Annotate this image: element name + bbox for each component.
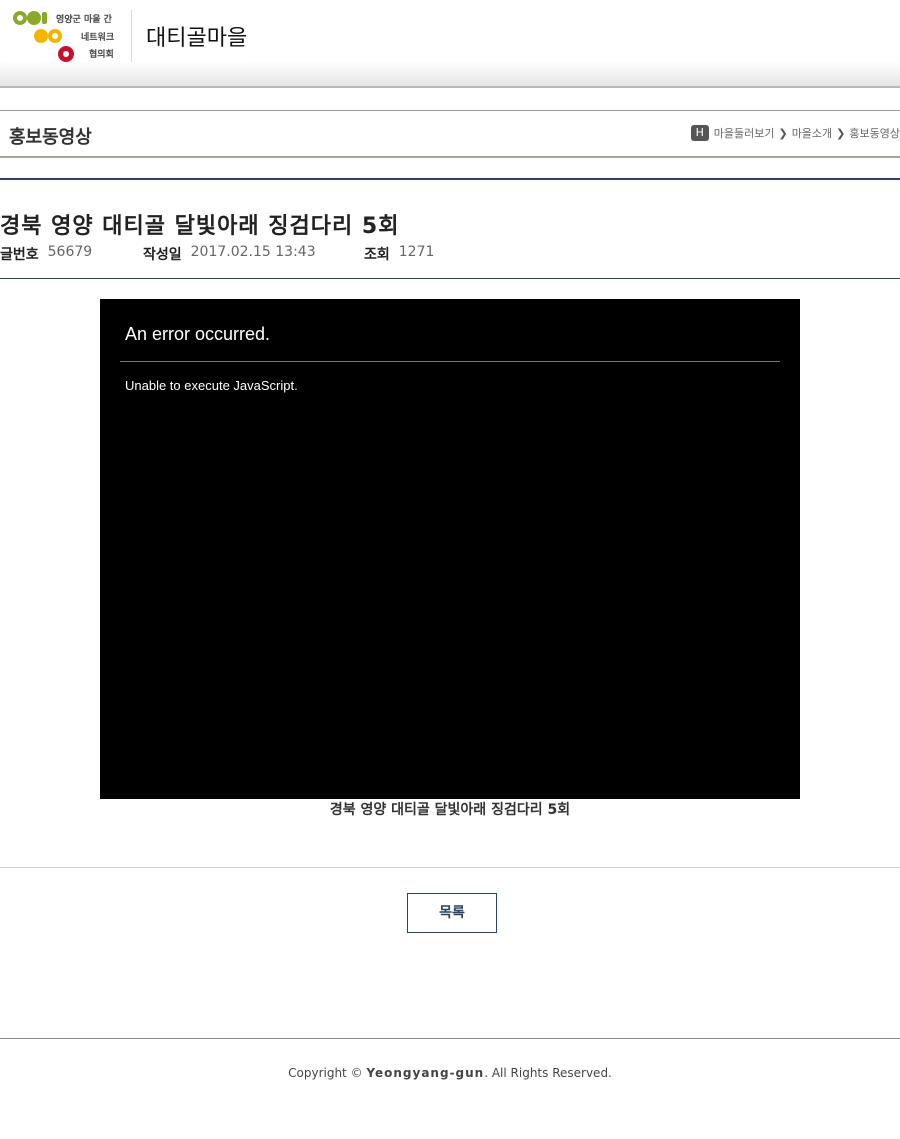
post-meta: 글번호 56679 작성일 2017.02.15 13:43 조회 1271: [0, 244, 434, 264]
video-caption: 경북 영양 대티골 달빛아래 징검다리 5회: [329, 802, 571, 818]
copyright-suffix: . All Rights Reserved.: [484, 1066, 612, 1080]
logo-divider: [131, 10, 132, 62]
post-views: 조회 1271: [364, 244, 434, 264]
video-error-title: An error occurred.: [125, 324, 271, 344]
footer-copyright: Copyright © Yeongyang-gun. All Rights Re…: [0, 1066, 900, 1080]
post-views-label: 조회: [364, 247, 390, 263]
site-title: 대티골마을: [146, 26, 248, 51]
svg-text:네트워크: 네트워크: [81, 31, 114, 43]
video-player[interactable]: An error occurred. Unable to execute Jav…: [100, 299, 800, 799]
accent-divider: [0, 178, 900, 180]
site-header: 영양군 마을 간 네트워크 협의회 대티골마을: [0, 0, 900, 88]
post-date-value: 2017.02.15 13:43: [190, 244, 316, 260]
copyright-prefix: Copyright ©: [288, 1066, 363, 1080]
section-bar: 홍보동영상 H 마을둘러보기 ❯ 마을소개 ❯ 홍보동영상: [0, 110, 900, 158]
home-icon[interactable]: H: [690, 125, 709, 141]
logo-link[interactable]: 영양군 마을 간 네트워크 협의회 대티골마을: [8, 8, 250, 63]
breadcrumb: H 마을둘러보기 ❯ 마을소개 ❯ 홍보동영상: [690, 125, 900, 141]
content-divider: [0, 867, 900, 868]
footer-divider: [0, 1038, 900, 1039]
video-error-divider: [120, 361, 780, 362]
post-divider: [0, 278, 900, 279]
chevron-right-icon: ❯: [836, 126, 846, 140]
footer-brand: Yeongyang-gun: [366, 1066, 485, 1080]
breadcrumb-item-current[interactable]: 홍보동영상: [849, 125, 900, 141]
post-number-label: 글번호: [0, 247, 39, 263]
page-title: 홍보동영상: [9, 127, 92, 148]
list-button[interactable]: 목록: [407, 893, 497, 933]
post-title: 경북 영양 대티골 달빛아래 징검다리 5회: [0, 214, 400, 239]
post-date: 작성일 2017.02.15 13:43: [143, 244, 316, 264]
chevron-right-icon: ❯: [778, 126, 788, 140]
breadcrumb-item[interactable]: 마을소개: [792, 125, 832, 141]
svg-text:영양군 마을 간: 영양군 마을 간: [56, 13, 113, 25]
post-number-value: 56679: [47, 244, 93, 260]
post-views-value: 1271: [398, 244, 435, 260]
breadcrumb-item[interactable]: 마을둘러보기: [714, 125, 775, 141]
post-date-label: 작성일: [143, 247, 182, 263]
svg-text:협의회: 협의회: [89, 48, 114, 60]
post-number: 글번호 56679: [0, 244, 92, 264]
video-error-message: Unable to execute JavaScript.: [125, 378, 298, 393]
network-logo-icon: 영양군 마을 간 네트워크 협의회: [13, 11, 114, 62]
